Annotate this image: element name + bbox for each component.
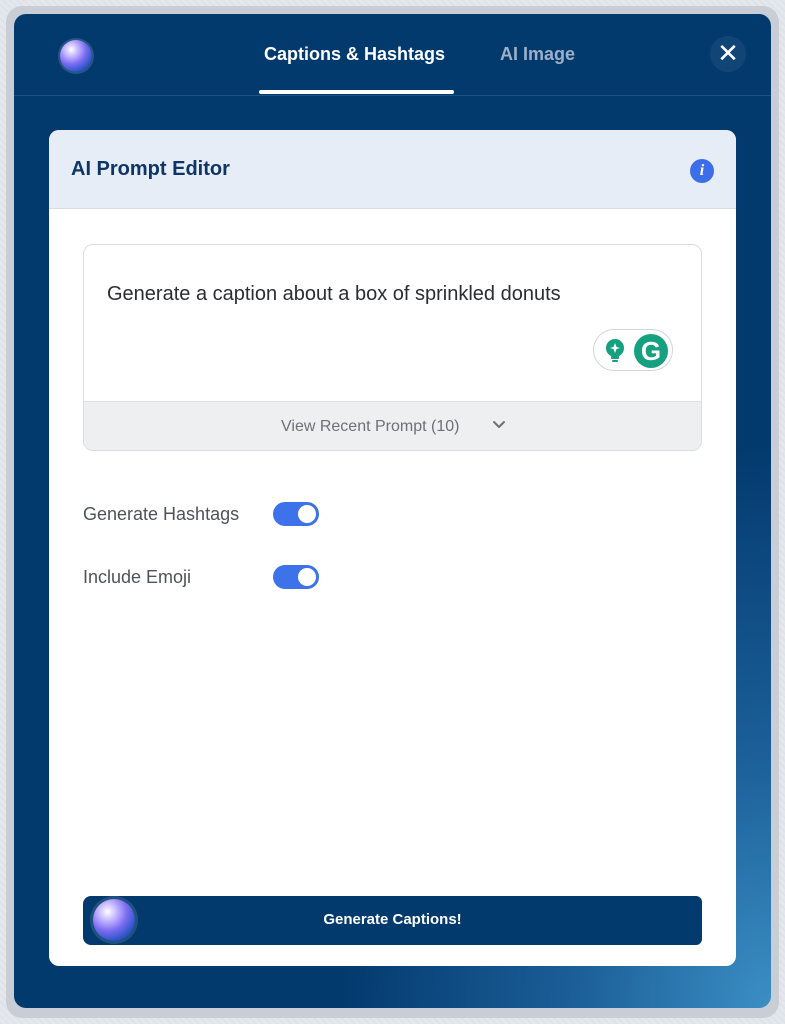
prompt-editor-card: AI Prompt Editor i Generate a caption ab… [49,130,736,966]
prompt-text[interactable]: Generate a caption about a box of sprink… [107,283,561,306]
generate-hashtags-toggle[interactable] [273,502,319,526]
generate-captions-label: Generate Captions! [323,911,462,928]
active-tab-indicator [259,90,454,94]
grammarly-widget[interactable]: G [593,329,673,371]
tab-captions-hashtags[interactable]: Captions & Hashtags [264,44,445,65]
bulb-icon[interactable] [604,339,626,363]
modal-header: Captions & Hashtags AI Image ✕ [14,14,771,96]
grammarly-icon[interactable]: G [634,334,668,368]
tab-ai-image[interactable]: AI Image [500,44,575,65]
include-emoji-toggle[interactable] [273,565,319,589]
ai-orb-icon [60,40,92,72]
chevron-down-icon [493,421,505,428]
include-emoji-label: Include Emoji [83,567,192,587]
card-header: AI Prompt Editor i [49,130,736,209]
info-icon[interactable]: i [690,159,714,183]
prompt-textarea[interactable]: Generate a caption about a box of sprink… [83,244,702,451]
caption-generator-modal: Captions & Hashtags AI Image ✕ AI Prompt… [14,14,771,1008]
card-title: AI Prompt Editor [71,158,230,180]
recent-prompt-dropdown[interactable]: View Recent Prompt (10) [84,401,701,450]
recent-prompt-label: View Recent Prompt (10) [281,418,460,435]
toggle-knob [298,505,316,523]
generate-captions-button[interactable]: Generate Captions! [83,896,702,945]
generate-hashtags-label: Generate Hashtags [83,504,240,524]
close-icon[interactable]: ✕ [710,36,746,72]
toggle-knob [298,568,316,586]
